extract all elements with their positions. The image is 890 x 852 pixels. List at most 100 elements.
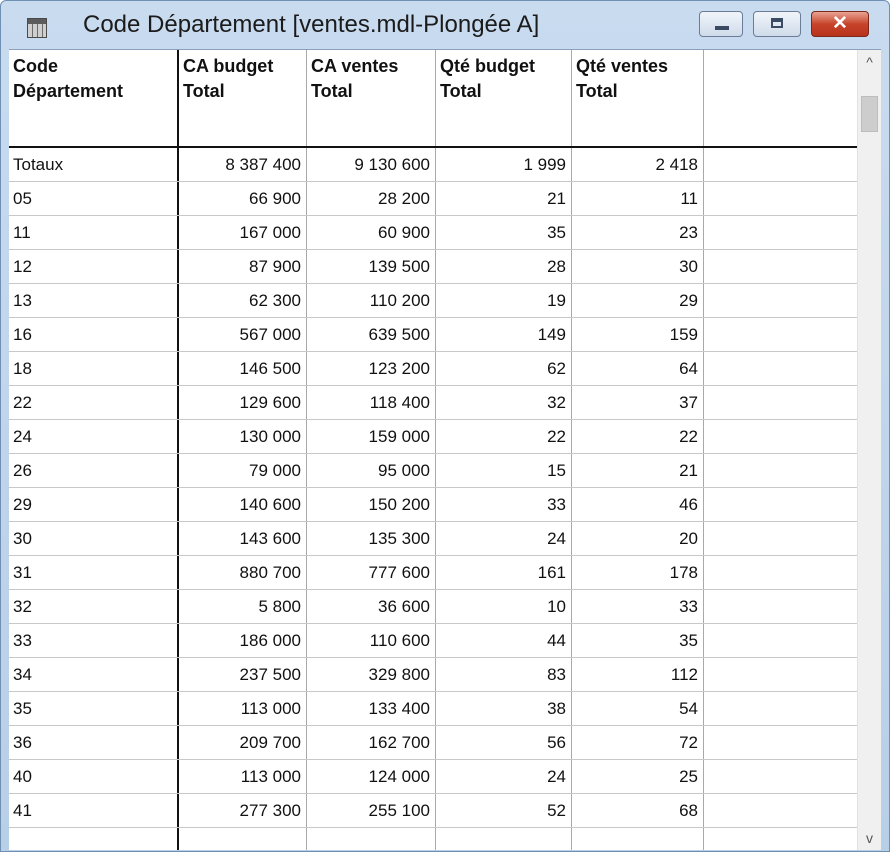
cell-code[interactable]: 22 <box>13 386 173 419</box>
title-bar[interactable]: Code Département [ventes.mdl-Plongée A] … <box>1 1 889 49</box>
cell-ca-ventes[interactable]: 159 000 <box>307 420 430 453</box>
cell-ca-ventes[interactable]: 255 100 <box>307 794 430 827</box>
table-row[interactable]: 31 880 700 777 600 161 178 <box>9 556 857 590</box>
table-row[interactable]: 29 140 600 150 200 33 46 <box>9 488 857 522</box>
cell-qte-ventes[interactable]: 178 <box>572 556 698 589</box>
vertical-scrollbar[interactable]: ^ v <box>857 50 881 850</box>
cell-qte-ventes[interactable]: 159 <box>572 318 698 351</box>
cell-ca-ventes[interactable]: 139 500 <box>307 250 430 283</box>
cell-qte-budget[interactable]: 28 <box>436 250 566 283</box>
cell-code[interactable]: 11 <box>13 216 173 249</box>
cell-qte-budget[interactable]: 56 <box>436 726 566 759</box>
close-button[interactable]: ✕ <box>811 11 869 37</box>
scroll-up-icon[interactable]: ^ <box>858 50 881 74</box>
cell-qte-ventes[interactable]: 2 418 <box>572 148 698 181</box>
cell-code[interactable]: 32 <box>13 590 173 623</box>
cell-code[interactable]: 05 <box>13 182 173 215</box>
cell-code[interactable]: 16 <box>13 318 173 351</box>
cell-qte-ventes[interactable]: 35 <box>572 624 698 657</box>
header-qte-ventes[interactable]: Qté ventes Total <box>572 50 703 147</box>
table-row[interactable]: 18 146 500 123 200 62 64 <box>9 352 857 386</box>
cell-ca-ventes[interactable]: 329 800 <box>307 658 430 691</box>
cell-code[interactable]: 40 <box>13 760 173 793</box>
table-row[interactable]: 12 87 900 139 500 28 30 <box>9 250 857 284</box>
cell-qte-ventes[interactable]: 20 <box>572 522 698 555</box>
scroll-down-icon[interactable]: v <box>858 826 881 850</box>
header-ca-budget[interactable]: CA budget Total <box>179 50 306 147</box>
cell-ca-ventes[interactable]: 118 400 <box>307 386 430 419</box>
cell-code[interactable]: Totaux <box>13 148 173 181</box>
cell-ca-budget[interactable]: 62 300 <box>179 284 301 317</box>
table-row[interactable]: 30 143 600 135 300 24 20 <box>9 522 857 556</box>
cell-code[interactable]: 35 <box>13 692 173 725</box>
cell-ca-budget[interactable]: 143 600 <box>179 522 301 555</box>
cell-ca-ventes[interactable]: 110 200 <box>307 284 430 317</box>
cell-code[interactable]: 31 <box>13 556 173 589</box>
cell-ca-ventes[interactable]: 123 200 <box>307 352 430 385</box>
cell-qte-ventes[interactable]: 23 <box>572 216 698 249</box>
cell-qte-ventes[interactable]: 11 <box>572 182 698 215</box>
cell-ca-budget[interactable]: 113 000 <box>179 760 301 793</box>
table-row[interactable]: 05 66 900 28 200 21 11 <box>9 182 857 216</box>
cell-ca-budget[interactable]: 130 000 <box>179 420 301 453</box>
table-row[interactable]: 40 113 000 124 000 24 25 <box>9 760 857 794</box>
cell-ca-budget[interactable]: 113 000 <box>179 692 301 725</box>
cell-qte-ventes[interactable]: 72 <box>572 726 698 759</box>
cell-ca-ventes[interactable]: 777 600 <box>307 556 430 589</box>
cell-qte-ventes[interactable]: 33 <box>572 590 698 623</box>
cell-ca-budget[interactable]: 87 900 <box>179 250 301 283</box>
cell-ca-ventes[interactable]: 133 400 <box>307 692 430 725</box>
cell-qte-ventes[interactable]: 64 <box>572 352 698 385</box>
table-row[interactable]: 16 567 000 639 500 149 159 <box>9 318 857 352</box>
cell-code[interactable]: 41 <box>13 794 173 827</box>
cell-ca-budget[interactable]: 277 300 <box>179 794 301 827</box>
cell-code[interactable]: 30 <box>13 522 173 555</box>
scroll-thumb[interactable] <box>861 96 878 132</box>
cell-qte-budget[interactable]: 1 999 <box>436 148 566 181</box>
cell-ca-ventes[interactable]: 639 500 <box>307 318 430 351</box>
cell-ca-budget[interactable]: 186 000 <box>179 624 301 657</box>
minimize-button[interactable] <box>699 11 743 37</box>
cell-code[interactable]: 36 <box>13 726 173 759</box>
cell-ca-budget[interactable]: 209 700 <box>179 726 301 759</box>
table-row[interactable]: 41 277 300 255 100 52 68 <box>9 794 857 828</box>
cell-ca-ventes[interactable]: 9 130 600 <box>307 148 430 181</box>
table-row[interactable]: 13 62 300 110 200 19 29 <box>9 284 857 318</box>
cell-qte-budget[interactable]: 10 <box>436 590 566 623</box>
table-row[interactable]: 26 79 000 95 000 15 21 <box>9 454 857 488</box>
cell-qte-budget[interactable]: 19 <box>436 284 566 317</box>
cell-qte-budget[interactable]: 32 <box>436 386 566 419</box>
cell-qte-budget[interactable]: 24 <box>436 760 566 793</box>
table-row[interactable]: 32 5 800 36 600 10 33 <box>9 590 857 624</box>
cell-qte-budget[interactable]: 15 <box>436 454 566 487</box>
cell-qte-budget[interactable]: 149 <box>436 318 566 351</box>
cell-qte-ventes[interactable]: 25 <box>572 760 698 793</box>
cell-ca-ventes[interactable]: 110 600 <box>307 624 430 657</box>
cell-ca-budget[interactable]: 66 900 <box>179 182 301 215</box>
cell-qte-budget[interactable]: 38 <box>436 692 566 725</box>
cell-qte-ventes[interactable]: 68 <box>572 794 698 827</box>
cell-ca-budget[interactable]: 237 500 <box>179 658 301 691</box>
cell-qte-ventes[interactable]: 21 <box>572 454 698 487</box>
cell-qte-ventes[interactable]: 54 <box>572 692 698 725</box>
totals-row[interactable]: Totaux 8 387 400 9 130 600 1 999 2 418 <box>9 148 857 182</box>
cell-code[interactable]: 24 <box>13 420 173 453</box>
cell-qte-ventes[interactable]: 46 <box>572 488 698 521</box>
cell-qte-budget[interactable]: 24 <box>436 522 566 555</box>
cell-code[interactable]: 13 <box>13 284 173 317</box>
cell-ca-budget[interactable]: 8 387 400 <box>179 148 301 181</box>
table-row[interactable]: 24 130 000 159 000 22 22 <box>9 420 857 454</box>
cell-ca-ventes[interactable]: 95 000 <box>307 454 430 487</box>
cell-ca-ventes[interactable]: 60 900 <box>307 216 430 249</box>
cell-ca-ventes[interactable]: 135 300 <box>307 522 430 555</box>
maximize-button[interactable] <box>753 11 801 37</box>
cell-qte-budget[interactable]: 35 <box>436 216 566 249</box>
cell-ca-budget[interactable]: 140 600 <box>179 488 301 521</box>
cell-code[interactable]: 34 <box>13 658 173 691</box>
table-row[interactable]: 11 167 000 60 900 35 23 <box>9 216 857 250</box>
cell-code[interactable]: 12 <box>13 250 173 283</box>
cell-ca-budget[interactable]: 880 700 <box>179 556 301 589</box>
cell-qte-budget[interactable]: 21 <box>436 182 566 215</box>
cell-ca-budget[interactable]: 167 000 <box>179 216 301 249</box>
cell-ca-budget[interactable]: 79 000 <box>179 454 301 487</box>
